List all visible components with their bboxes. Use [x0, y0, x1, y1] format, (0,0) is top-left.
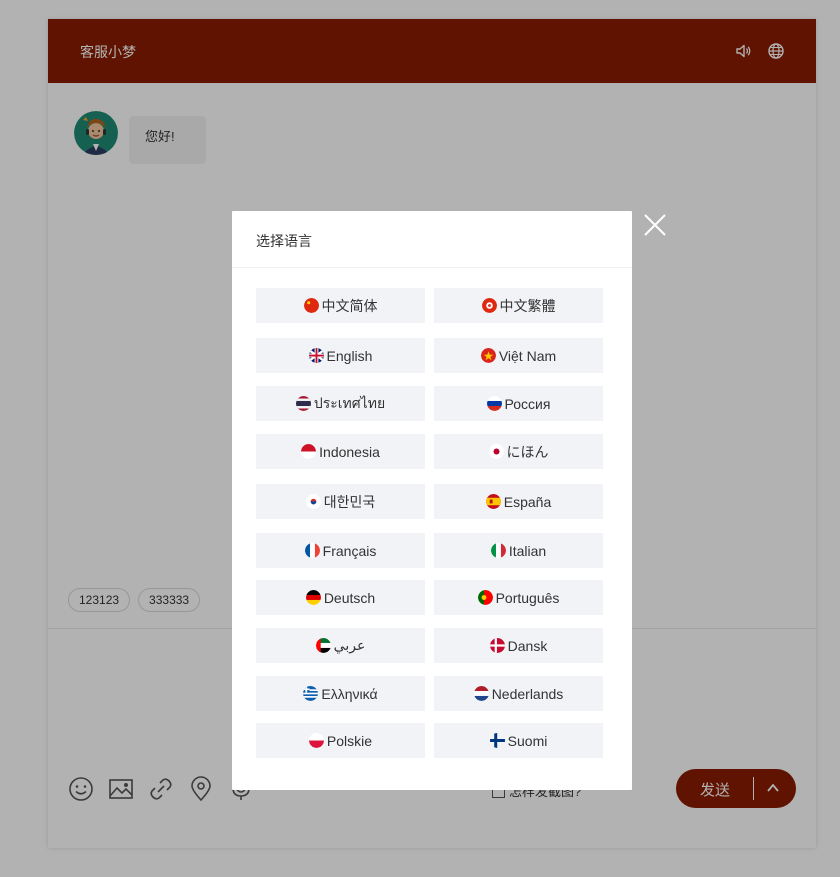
- lang-option-ja[interactable]: にほん: [434, 434, 603, 469]
- lang-option-en[interactable]: English: [256, 338, 425, 373]
- uae-flag-icon: [315, 638, 331, 653]
- lang-label: Français: [322, 542, 377, 559]
- lang-option-ar[interactable]: عربي: [256, 628, 425, 663]
- lang-label: にほん: [506, 443, 549, 460]
- lang-label: Việt Nam: [498, 347, 557, 364]
- lang-label: 中文简体: [321, 297, 378, 314]
- germany-flag-icon: [305, 590, 321, 605]
- poland-flag-icon: [308, 733, 324, 748]
- japan-flag-icon: [488, 444, 504, 459]
- lang-label: Dansk: [507, 637, 548, 654]
- lang-label: Indonesia: [319, 443, 380, 460]
- close-icon[interactable]: [643, 213, 667, 237]
- lang-label: عربي: [333, 637, 366, 653]
- lang-option-ko[interactable]: 대한민국: [256, 484, 425, 519]
- greece-flag-icon: [303, 686, 319, 701]
- lang-option-zh-cn[interactable]: 中文简体: [256, 288, 425, 323]
- lang-option-it[interactable]: Italian: [434, 533, 603, 568]
- netherlands-flag-icon: [473, 686, 489, 701]
- indonesia-flag-icon: [301, 444, 317, 459]
- lang-option-fi[interactable]: Suomi: [434, 723, 603, 758]
- finland-flag-icon: [489, 733, 505, 748]
- lang-label: Polskie: [326, 732, 373, 749]
- lang-label: English: [326, 347, 373, 364]
- lang-label: Deutsch: [323, 589, 376, 606]
- lang-option-fr[interactable]: Français: [256, 533, 425, 568]
- lang-option-vi[interactable]: Việt Nam: [434, 338, 603, 373]
- china-flag-icon: [303, 298, 319, 313]
- vietnam-flag-icon: [480, 348, 496, 363]
- lang-option-es[interactable]: España: [434, 484, 603, 519]
- lang-option-da[interactable]: Dansk: [434, 628, 603, 663]
- spain-flag-icon: [485, 494, 501, 509]
- language-modal: 选择语言 中文简体 中文繁體 English Việt Nam ประเทศไท…: [232, 211, 632, 790]
- russia-flag-icon: [486, 396, 502, 411]
- modal-title: 选择语言: [232, 211, 632, 268]
- lang-option-pt[interactable]: Português: [434, 580, 603, 615]
- lang-label: Ελληνικά: [321, 685, 378, 702]
- lang-option-zh-tw[interactable]: 中文繁體: [434, 288, 603, 323]
- thailand-flag-icon: [295, 396, 311, 411]
- lang-option-de[interactable]: Deutsch: [256, 580, 425, 615]
- lang-label: Suomi: [507, 732, 548, 749]
- portugal-flag-icon: [477, 590, 493, 605]
- lang-label: Português: [495, 589, 560, 606]
- lang-option-pl[interactable]: Polskie: [256, 723, 425, 758]
- lang-label: Italian: [508, 542, 547, 559]
- lang-option-nl[interactable]: Nederlands: [434, 676, 603, 711]
- hongkong-flag-icon: [481, 298, 497, 313]
- denmark-flag-icon: [489, 638, 505, 653]
- lang-label: Россия: [504, 395, 551, 412]
- lang-label: ประเทศไทย: [313, 394, 386, 411]
- lang-option-ru[interactable]: Россия: [434, 386, 603, 421]
- korea-flag-icon: [305, 494, 321, 509]
- lang-label: Nederlands: [491, 685, 564, 702]
- lang-option-id[interactable]: Indonesia: [256, 434, 425, 469]
- lang-label: España: [503, 493, 552, 510]
- italy-flag-icon: [490, 543, 506, 558]
- lang-option-el[interactable]: Ελληνικά: [256, 676, 425, 711]
- uk-flag-icon: [308, 348, 324, 363]
- lang-label: 대한민국: [323, 493, 376, 510]
- lang-label: 中文繁體: [499, 297, 556, 314]
- france-flag-icon: [304, 543, 320, 558]
- lang-option-th[interactable]: ประเทศไทย: [256, 386, 425, 421]
